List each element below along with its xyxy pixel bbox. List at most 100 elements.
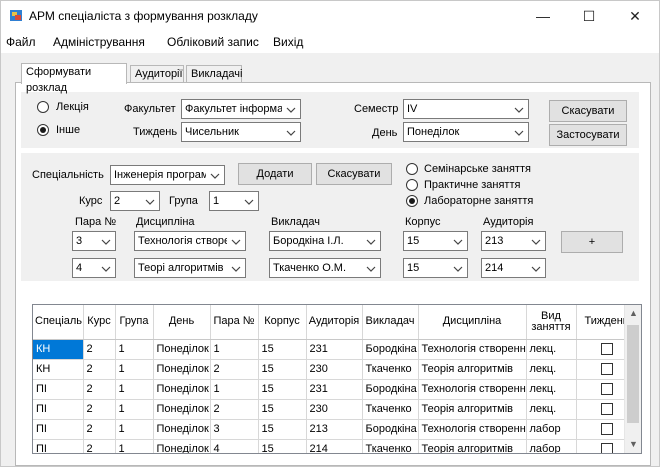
column-header[interactable]: День xyxy=(153,305,211,340)
column-header[interactable]: Курс xyxy=(83,305,116,340)
table-cell[interactable]: Бородкіна xyxy=(362,419,419,440)
table-cell[interactable]: 15 xyxy=(258,399,307,420)
tab-teachers[interactable]: Викладачі xyxy=(186,65,242,83)
column-header[interactable]: Спеціаль xyxy=(33,305,84,340)
table-row[interactable]: ПІ 2 1 Понеділок 4 15 214 Ткаченко Теорія алгори… xyxy=(33,439,638,453)
add-pair-button[interactable]: + xyxy=(561,231,623,253)
close-button[interactable]: ✕ xyxy=(613,3,657,29)
table-cell[interactable]: Теорія алгоритмів xyxy=(418,399,527,420)
table-cell[interactable]: 2 xyxy=(210,399,259,420)
table-cell[interactable]: Понеділок xyxy=(153,439,211,453)
table-row[interactable]: ПІ 2 1 Понеділок 1 15 231 Бородкіна Технологія с… xyxy=(33,379,638,400)
table-cell[interactable]: Ткаченко xyxy=(362,439,419,453)
grid-scrollbar[interactable]: ▲ ▼ xyxy=(624,305,641,453)
table-row[interactable]: КН 2 1 Понеділок 1 15 231 Бородкіна Технологія с… xyxy=(33,339,638,360)
menu-account[interactable]: Обліковий запис xyxy=(167,35,259,49)
table-cell[interactable]: Технологія створенн... xyxy=(418,379,527,400)
table-cell[interactable]: 2 xyxy=(83,359,116,380)
table-cell[interactable]: ПІ xyxy=(33,399,84,420)
checkbox-icon[interactable] xyxy=(600,343,613,356)
table-cell[interactable]: лекц. xyxy=(526,339,577,360)
table-cell[interactable]: 15 xyxy=(258,439,307,453)
semester-select[interactable]: IV xyxy=(403,99,529,119)
apply-button[interactable]: Застосувати xyxy=(549,124,627,146)
table-cell[interactable]: ПІ xyxy=(33,379,84,400)
table-cell[interactable]: Понеділок xyxy=(153,419,211,440)
table-cell[interactable]: Технологія створенн... xyxy=(418,419,527,440)
group-select[interactable]: 1 xyxy=(209,191,259,211)
lab-radio[interactable] xyxy=(406,195,418,207)
checkbox-icon[interactable] xyxy=(600,403,613,416)
checkbox-icon[interactable] xyxy=(600,383,613,396)
table-cell[interactable]: 231 xyxy=(306,379,363,400)
room-select-2[interactable]: 214 xyxy=(481,258,546,278)
menu-file[interactable]: Файл xyxy=(6,35,36,49)
practical-radio[interactable] xyxy=(406,179,418,191)
table-cell[interactable]: КН xyxy=(33,339,84,360)
week-select[interactable]: Чисельник xyxy=(181,122,301,142)
teacher-select-1[interactable]: Бородкіна І.Л. xyxy=(269,231,381,251)
teacher-select-2[interactable]: Ткаченко О.М. xyxy=(269,258,381,278)
table-cell[interactable]: 1 xyxy=(115,419,154,440)
table-cell[interactable]: 2 xyxy=(83,419,116,440)
table-cell[interactable]: 1 xyxy=(115,439,154,453)
table-cell[interactable]: Ткаченко xyxy=(362,399,419,420)
table-cell[interactable]: 2 xyxy=(210,359,259,380)
scroll-thumb[interactable] xyxy=(627,325,639,423)
building-select-1[interactable]: 15 xyxy=(403,231,468,251)
maximize-button[interactable]: ☐ xyxy=(567,3,611,29)
table-cell[interactable]: 2 xyxy=(83,399,116,420)
table-cell[interactable]: Технологія створенн... xyxy=(418,339,527,360)
table-cell[interactable]: 1 xyxy=(210,379,259,400)
table-cell[interactable]: КН xyxy=(33,359,84,380)
table-cell[interactable]: 214 xyxy=(306,439,363,453)
table-cell[interactable]: 1 xyxy=(210,339,259,360)
discipline-select-2[interactable]: Теорі алгоритмів xyxy=(134,258,246,278)
other-radio[interactable] xyxy=(37,124,49,136)
column-header[interactable]: Група xyxy=(115,305,154,340)
table-cell[interactable]: лабор xyxy=(526,419,577,440)
table-cell[interactable]: 2 xyxy=(83,339,116,360)
checkbox-icon[interactable] xyxy=(600,363,613,376)
table-cell[interactable]: 230 xyxy=(306,359,363,380)
table-row[interactable]: ПІ 2 1 Понеділок 3 15 213 Бородкіна Технологія с… xyxy=(33,419,638,440)
table-cell[interactable]: Понеділок xyxy=(153,359,211,380)
table-cell[interactable]: Ткаченко xyxy=(362,359,419,380)
pair-select-1[interactable]: 3 xyxy=(72,231,116,251)
lecture-radio[interactable] xyxy=(37,101,49,113)
scroll-up-icon[interactable]: ▲ xyxy=(625,305,641,322)
add-button[interactable]: Додати xyxy=(238,163,312,185)
table-cell[interactable]: ПІ xyxy=(33,439,84,453)
column-header[interactable]: Аудиторія xyxy=(306,305,363,340)
table-cell[interactable]: 3 xyxy=(210,419,259,440)
table-cell[interactable]: 1 xyxy=(115,359,154,380)
table-row[interactable]: КН 2 1 Понеділок 2 15 230 Ткаченко Теорія алгори… xyxy=(33,359,638,380)
seminar-radio[interactable] xyxy=(406,163,418,175)
column-header[interactable]: Викладач xyxy=(362,305,419,340)
checkbox-icon[interactable] xyxy=(600,443,613,453)
mid-cancel-button[interactable]: Скасувати xyxy=(316,163,392,185)
column-header[interactable]: Дисципліна xyxy=(418,305,527,340)
table-cell[interactable]: 15 xyxy=(258,339,307,360)
table-cell[interactable]: 15 xyxy=(258,379,307,400)
room-select-1[interactable]: 213 xyxy=(481,231,546,251)
table-row[interactable]: ПІ 2 1 Понеділок 2 15 230 Ткаченко Теорія алгори… xyxy=(33,399,638,420)
table-cell[interactable]: 213 xyxy=(306,419,363,440)
column-header[interactable]: Пара № xyxy=(210,305,259,340)
table-cell[interactable]: 1 xyxy=(115,379,154,400)
table-cell[interactable]: Понеділок xyxy=(153,399,211,420)
scroll-down-icon[interactable]: ▼ xyxy=(625,436,641,453)
tab-rooms[interactable]: Аудиторії xyxy=(130,65,184,83)
table-cell[interactable]: лекц. xyxy=(526,399,577,420)
checkbox-icon[interactable] xyxy=(600,423,613,436)
column-header[interactable]: Вид заняття xyxy=(526,305,577,340)
faculty-select[interactable]: Факультет інформа xyxy=(181,99,301,119)
table-cell[interactable]: ПІ xyxy=(33,419,84,440)
discipline-select-1[interactable]: Технологія створен xyxy=(134,231,246,251)
table-cell[interactable]: лекц. xyxy=(526,359,577,380)
schedule-grid[interactable]: Спеціаль Курс Група День Пара № Корпус Аудитор… xyxy=(32,304,642,454)
table-cell[interactable]: Понеділок xyxy=(153,379,211,400)
table-cell[interactable]: 15 xyxy=(258,359,307,380)
table-cell[interactable]: 1 xyxy=(115,339,154,360)
table-cell[interactable]: лабор xyxy=(526,439,577,453)
